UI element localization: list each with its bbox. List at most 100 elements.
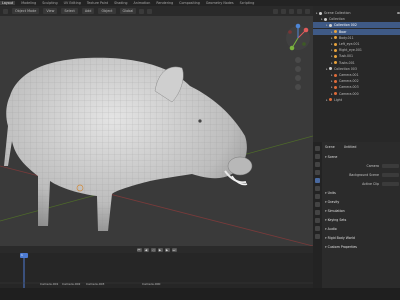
- step-forward-button[interactable]: ▶: [164, 247, 170, 252]
- properties-tab-icon[interactable]: [315, 186, 320, 191]
- outliner-item-label: Camera.000: [339, 91, 359, 96]
- workspace-tab[interactable]: Modeling: [21, 1, 36, 5]
- outliner-item-label: Left_eye.001: [339, 42, 360, 46]
- properties-panel-header[interactable]: ▾ Simulation: [325, 208, 399, 214]
- transform-orientation[interactable]: Global: [119, 8, 137, 14]
- outliner-item[interactable]: ▸ Tusks.001: [313, 60, 400, 66]
- properties-panel-header[interactable]: ▾ Custom Properties: [325, 244, 399, 250]
- properties-tab-icon[interactable]: [315, 210, 320, 215]
- properties-tab-icon[interactable]: [315, 218, 320, 223]
- shading-solid-icon[interactable]: [289, 8, 294, 14]
- workspace-tab[interactable]: Texture Paint: [87, 1, 108, 5]
- outliner-item-label: Camera.001: [339, 73, 359, 77]
- outliner-item[interactable]: ▸ Scene Collection: [313, 10, 400, 16]
- outliner-item[interactable]: ▸ Camera.000: [313, 91, 400, 97]
- outliner-item[interactable]: ▸ Collection 002: [313, 22, 400, 29]
- view-controls[interactable]: [295, 57, 301, 90]
- play-reverse-button[interactable]: ◁: [150, 247, 156, 252]
- workspace-tab[interactable]: Rendering: [156, 1, 173, 5]
- snap-icon[interactable]: [139, 8, 145, 14]
- properties-label: Gravity: [327, 200, 340, 204]
- properties-value-field[interactable]: [382, 164, 399, 168]
- editor-type-icon[interactable]: [3, 8, 8, 14]
- outliner-item-label: Collection 002: [334, 23, 357, 28]
- outliner-item[interactable]: ▸ Body.011: [313, 35, 400, 41]
- properties-panel-header[interactable]: ▾ Rigid Body World: [325, 235, 399, 241]
- properties-value-field[interactable]: [382, 173, 399, 177]
- properties-panel-header[interactable]: ▾ Scene: [325, 154, 399, 160]
- properties-tab-icon[interactable]: [315, 178, 320, 183]
- object-type-icon: [334, 92, 337, 96]
- play-button[interactable]: ▶: [157, 247, 163, 252]
- scene-label: Scene: [325, 145, 335, 149]
- timeline-marker[interactable]: Camera.002: [62, 282, 80, 286]
- workspace-tab[interactable]: UV Editing: [64, 1, 81, 5]
- navigation-gizmo[interactable]: [286, 23, 310, 51]
- properties-field-row[interactable]: Background Scene: [325, 172, 399, 178]
- properties-panel-header[interactable]: ▾ Keying Sets: [325, 217, 399, 223]
- properties-editor[interactable]: Scene Untitled ▾ Scene Camera Background S…: [313, 142, 400, 288]
- outliner-item-label: Body.011: [339, 35, 354, 40]
- add-menu[interactable]: Add: [81, 8, 95, 14]
- properties-tab-icon[interactable]: [315, 226, 320, 231]
- properties-tab-icon[interactable]: [315, 202, 320, 207]
- shading-material-icon[interactable]: [297, 8, 302, 14]
- workspace-tab[interactable]: Compositing: [179, 1, 200, 5]
- overlay-icon[interactable]: [273, 8, 278, 14]
- properties-panel-header[interactable]: ▾ Units: [325, 190, 399, 196]
- xray-icon[interactable]: [281, 8, 286, 14]
- properties-field-row[interactable]: Camera: [325, 163, 399, 169]
- properties-tab-icon[interactable]: [315, 146, 320, 151]
- outliner-item[interactable]: ▸ Camera.001: [313, 72, 400, 78]
- timeline[interactable]: 1 Camera.001 Camera.002 Camera.003 Camer…: [0, 253, 313, 288]
- outliner-item[interactable]: ▸ Tusk.001: [313, 53, 400, 59]
- workspace-tab[interactable]: Shading: [114, 1, 127, 5]
- viewport-canvas[interactable]: [0, 16, 313, 246]
- shading-rendered-icon[interactable]: [305, 8, 310, 14]
- object-type-icon: [329, 98, 332, 102]
- viewport-header: Object Mode View Select Add Object Globa…: [0, 6, 313, 16]
- properties-panel-header[interactable]: ▾ Audio: [325, 226, 399, 232]
- outliner-item[interactable]: ▸ Boar: [313, 28, 400, 35]
- properties-tab-icon[interactable]: [315, 154, 320, 159]
- properties-breadcrumb: Scene Untitled: [325, 144, 399, 150]
- 3d-viewport[interactable]: [0, 16, 313, 246]
- properties-tab-icon[interactable]: [315, 194, 320, 199]
- workspace-tab[interactable]: Animation: [134, 1, 151, 5]
- outliner-item[interactable]: ▸ Right_eye.001: [313, 47, 400, 53]
- timeline-marker[interactable]: Camera.000: [142, 282, 160, 286]
- jump-start-button[interactable]: ⏮: [136, 247, 142, 252]
- view-menu[interactable]: View: [43, 8, 58, 14]
- jump-end-button[interactable]: ⏭: [171, 247, 177, 252]
- outliner-item[interactable]: ▸ Collection: [313, 16, 400, 22]
- properties-value-field[interactable]: [382, 182, 399, 186]
- properties-field-row[interactable]: Active Clip: [325, 181, 399, 187]
- step-back-button[interactable]: ◀: [143, 247, 149, 252]
- properties-tab-icon[interactable]: [315, 162, 320, 167]
- object-type-icon: [334, 42, 337, 46]
- outliner-item-label: Boar: [339, 29, 347, 34]
- proportional-edit-icon[interactable]: [147, 8, 153, 14]
- object-menu[interactable]: Object: [98, 8, 116, 14]
- outliner-item[interactable]: ▸ Collection 003: [313, 66, 400, 72]
- outliner-item[interactable]: ▸ Camera.003: [313, 84, 400, 90]
- properties-tab-icon[interactable]: [315, 170, 320, 175]
- workspace-tab[interactable]: Sculpting: [42, 1, 57, 5]
- timeline-marker[interactable]: Camera.001: [40, 282, 58, 286]
- outliner-item[interactable]: ▸ Camera.002: [313, 78, 400, 84]
- outliner[interactable]: ▸ Scene Collection ▸ Collection ▸ Collection …: [313, 6, 400, 142]
- object-type-icon: [329, 23, 332, 27]
- properties-tab-icon[interactable]: [315, 234, 320, 239]
- outliner-item[interactable]: ▸ Light: [313, 97, 400, 103]
- outliner-item[interactable]: ▸ Left_eye.001: [313, 41, 400, 47]
- properties-label: Background Scene: [349, 173, 379, 177]
- timeline-marker[interactable]: Camera.003: [86, 282, 104, 286]
- workspace-tab[interactable]: Geometry Nodes: [206, 1, 234, 5]
- properties-panel-header[interactable]: ▾ Gravity: [325, 199, 399, 205]
- select-menu[interactable]: Select: [61, 8, 78, 14]
- workspace-tab[interactable]: Scripting: [240, 1, 255, 5]
- mode-dropdown[interactable]: Object Mode: [12, 8, 40, 14]
- boar-mesh[interactable]: [4, 57, 253, 232]
- timeline-header: ⏮ ◀ ◁ ▶ ▶ ⏭: [0, 246, 313, 253]
- workspace-tab[interactable]: Layout: [0, 1, 16, 5]
